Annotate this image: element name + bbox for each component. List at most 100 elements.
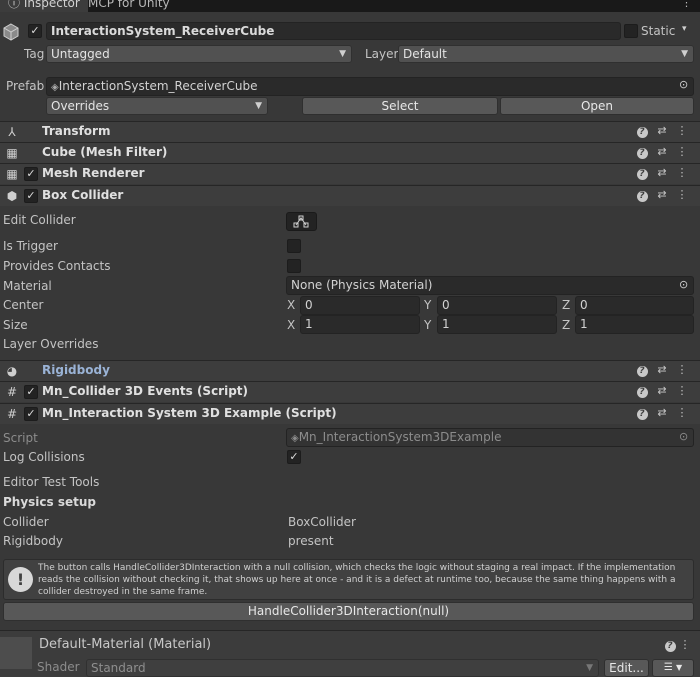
- center-y-axis-label: Y: [424, 298, 432, 312]
- tab-mcp-for-unity[interactable]: MCP for Unity: [80, 0, 178, 12]
- help-icon[interactable]: ?: [632, 145, 652, 159]
- interaction-example-header[interactable]: # ✓ Mn_Interaction System 3D Example (Sc…: [0, 403, 700, 424]
- info-icon: !: [8, 567, 33, 592]
- kebab-menu-icon[interactable]: ⋮: [672, 363, 692, 376]
- tag-dropdown[interactable]: Untagged ▼: [46, 45, 352, 63]
- shader-edit-button[interactable]: Edit...: [604, 659, 649, 677]
- kebab-menu-icon[interactable]: ⋮: [672, 188, 692, 201]
- is-trigger-checkbox[interactable]: [287, 239, 301, 253]
- layer-overrides-foldout[interactable]: Layer Overrides: [3, 337, 98, 351]
- mesh-filter-title: Cube (Mesh Filter): [42, 145, 168, 159]
- transform-header[interactable]: ⅄ Transform ? ⇄ ⋮: [0, 121, 700, 142]
- script-icon: #: [6, 407, 18, 421]
- static-dropdown-icon[interactable]: ▾: [682, 24, 687, 34]
- script-label: Script: [3, 431, 38, 445]
- overrides-label: Overrides: [51, 99, 110, 113]
- presets-icon[interactable]: ⇄: [652, 124, 672, 137]
- mesh-renderer-header[interactable]: ▦ ✓ Mesh Renderer ? ⇄ ⋮: [0, 163, 700, 184]
- open-button[interactable]: Open: [500, 97, 694, 115]
- material-field[interactable]: None (Physics Material): [286, 276, 694, 295]
- size-x-field[interactable]: 1: [300, 315, 420, 334]
- center-x-field[interactable]: 0: [300, 296, 420, 315]
- log-collisions-checkbox[interactable]: ✓: [287, 450, 301, 464]
- size-y-field[interactable]: 1: [437, 315, 557, 334]
- rigidbody-icon: ◕: [6, 364, 18, 378]
- component-tools: ? ⋮: [662, 638, 692, 652]
- kebab-menu-icon[interactable]: ⋮: [672, 124, 692, 137]
- size-y-axis-label: Y: [424, 318, 432, 332]
- presets-icon[interactable]: ⇄: [652, 363, 672, 376]
- box-collider-enabled-checkbox[interactable]: ✓: [24, 189, 38, 203]
- box-collider-title: Box Collider: [42, 188, 124, 202]
- help-icon[interactable]: ?: [632, 124, 652, 138]
- tag-label: Tag: [24, 47, 45, 61]
- select-button[interactable]: Select: [302, 97, 498, 115]
- script-value: Mn_InteractionSystem3DExample: [298, 430, 502, 444]
- prefab-icon: ◈: [51, 82, 59, 93]
- size-label: Size: [3, 318, 28, 332]
- box-collider-header[interactable]: ⬢ ✓ Box Collider ? ⇄ ⋮: [0, 185, 700, 206]
- help-icon[interactable]: ?: [632, 166, 652, 180]
- object-picker-icon[interactable]: ⊙: [679, 78, 688, 91]
- presets-icon[interactable]: ⇄: [652, 166, 672, 179]
- handle-collider-null-button[interactable]: HandleCollider3DInteraction(null): [3, 602, 694, 621]
- collider-events-header[interactable]: # ✓ Mn_Collider 3D Events (Script) ? ⇄ ⋮: [0, 381, 700, 402]
- material-preview: [0, 637, 32, 669]
- help-icon[interactable]: ?: [662, 638, 678, 652]
- tag-value: Untagged: [51, 47, 110, 61]
- shader-options-button[interactable]: ☰ ▼: [652, 659, 694, 677]
- kebab-menu-icon[interactable]: ⋮: [672, 384, 692, 397]
- collider-events-title: Mn_Collider 3D Events (Script): [42, 384, 249, 398]
- center-y-field[interactable]: 0: [437, 296, 557, 315]
- presets-icon[interactable]: ⇄: [652, 145, 672, 158]
- size-z-field[interactable]: 1: [575, 315, 694, 334]
- interaction-example-enabled-checkbox[interactable]: ✓: [24, 407, 38, 421]
- kebab-menu-icon[interactable]: ⋮: [672, 145, 692, 158]
- layer-label: Layer: [365, 47, 399, 61]
- tab-menu-icon[interactable]: ⋮: [681, 0, 692, 9]
- chevron-down-icon: ▼: [681, 49, 688, 59]
- help-icon[interactable]: ?: [632, 188, 652, 202]
- help-icon[interactable]: ?: [632, 363, 652, 377]
- edit-collider-button[interactable]: [286, 212, 317, 231]
- shader-dropdown[interactable]: Standard ▼: [86, 659, 599, 677]
- kebab-menu-icon[interactable]: ⋮: [672, 406, 692, 419]
- material-title: Default-Material (Material): [39, 637, 212, 652]
- chevron-down-icon: ▼: [339, 49, 346, 59]
- object-picker-icon[interactable]: ⊙: [679, 278, 688, 291]
- layer-dropdown[interactable]: Default ▼: [398, 45, 694, 63]
- component-tools: ? ⇄ ⋮: [632, 406, 692, 420]
- center-label: Center: [3, 298, 44, 312]
- center-x-axis-label: X: [287, 298, 296, 312]
- prefab-field[interactable]: ◈InteractionSystem_ReceiverCube: [46, 77, 694, 96]
- help-icon[interactable]: ?: [632, 406, 652, 420]
- rigidbody-title: Rigidbody: [42, 363, 110, 377]
- mesh-filter-header[interactable]: ▦ Cube (Mesh Filter) ? ⇄ ⋮: [0, 142, 700, 163]
- object-picker-icon: ⊙: [679, 430, 689, 443]
- object-name-field[interactable]: InteractionSystem_ReceiverCube: [46, 22, 621, 40]
- tab-bar: ⓘ Inspector MCP for Unity ⋮: [0, 0, 700, 12]
- presets-icon[interactable]: ⇄: [652, 188, 672, 201]
- mesh-renderer-enabled-checkbox[interactable]: ✓: [24, 167, 38, 181]
- kebab-menu-icon[interactable]: ⋮: [672, 166, 692, 179]
- active-checkbox[interactable]: ✓: [28, 24, 42, 38]
- tab-inspector[interactable]: ⓘ Inspector: [0, 0, 88, 12]
- provides-contacts-checkbox[interactable]: [287, 259, 301, 273]
- transform-icon: ⅄: [8, 125, 16, 139]
- script-icon: #: [6, 385, 18, 399]
- presets-icon[interactable]: ⇄: [652, 384, 672, 397]
- physics-setup-heading: Physics setup: [3, 495, 96, 509]
- kebab-menu-icon[interactable]: ⋮: [678, 638, 692, 651]
- center-z-field[interactable]: 0: [575, 296, 694, 315]
- component-tools: ? ⇄ ⋮: [632, 124, 692, 138]
- help-box: ! The button calls HandleCollider3DInter…: [3, 559, 694, 600]
- static-label: Static: [641, 24, 676, 38]
- collider-events-enabled-checkbox[interactable]: ✓: [24, 385, 38, 399]
- overrides-dropdown[interactable]: Overrides ▼: [46, 97, 268, 115]
- static-checkbox[interactable]: [624, 24, 638, 38]
- size-x-axis-label: X: [287, 318, 296, 332]
- help-icon[interactable]: ?: [632, 384, 652, 398]
- rigidbody-header[interactable]: ◕ Rigidbody ? ⇄ ⋮: [0, 360, 700, 381]
- list-icon: ☰: [663, 662, 673, 673]
- presets-icon[interactable]: ⇄: [652, 406, 672, 419]
